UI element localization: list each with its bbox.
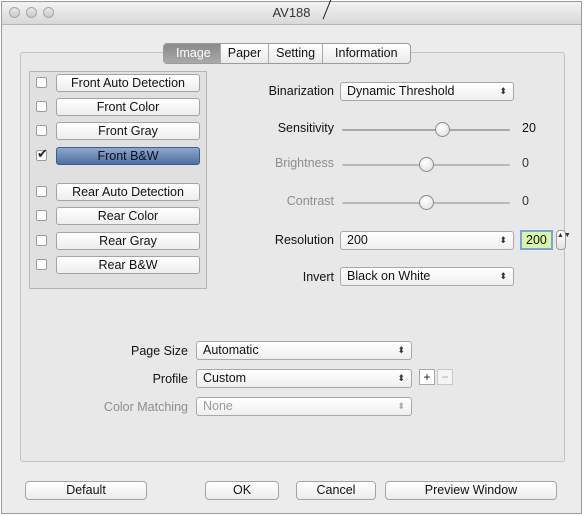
checkmark-icon: ✔ xyxy=(37,146,48,161)
popup-arrows-icon: ⬍ xyxy=(499,235,507,245)
page-size-label: Page Size xyxy=(131,344,188,358)
popup-arrows-icon: ⬍ xyxy=(397,373,405,383)
rear-color-checkbox[interactable] xyxy=(36,210,47,221)
front-gray-checkbox[interactable] xyxy=(36,125,47,136)
add-profile-button[interactable]: + xyxy=(419,369,435,385)
brightness-value: 0 xyxy=(522,156,529,170)
rear-color-button[interactable]: Rear Color xyxy=(56,207,200,225)
color-matching-value: None xyxy=(203,399,233,413)
front-bw-checkbox[interactable]: ✔ xyxy=(36,146,48,161)
rear-auto-checkbox[interactable] xyxy=(36,186,47,197)
contrast-slider-knob xyxy=(418,195,434,210)
color-matching-select: None ⬍ xyxy=(196,397,412,416)
popup-arrows-icon: ⬍ xyxy=(499,86,507,96)
binarization-value: Dynamic Threshold xyxy=(347,84,455,98)
rear-gray-button[interactable]: Rear Gray xyxy=(56,232,200,250)
mode-row-front-auto: Front Auto Detection xyxy=(36,74,200,92)
color-matching-label: Color Matching xyxy=(103,400,188,414)
invert-value: Black on White xyxy=(347,269,431,283)
resolution-select[interactable]: 200 ⬍ xyxy=(340,231,514,250)
mode-row-rear-auto: Rear Auto Detection xyxy=(36,183,200,201)
popup-arrows-icon: ⬍ xyxy=(397,345,405,355)
front-bw-button[interactable]: Front B&W xyxy=(56,147,200,165)
ok-button[interactable]: OK xyxy=(205,481,279,500)
resolution-select-value: 200 xyxy=(347,233,368,247)
profile-value: Custom xyxy=(203,371,247,385)
mode-row-rear-bw: Rear B&W xyxy=(36,256,200,274)
tab-setting[interactable]: Setting xyxy=(269,44,324,63)
resolution-input[interactable]: 200 xyxy=(520,230,553,250)
profile-select[interactable]: Custom ⬍ xyxy=(196,369,412,388)
front-auto-checkbox[interactable] xyxy=(36,77,47,88)
window-title: AV188 xyxy=(272,5,311,20)
remove-profile-button[interactable]: − xyxy=(437,369,453,385)
brightness-label: Brightness xyxy=(274,156,334,170)
popup-arrows-icon: ⬍ xyxy=(397,401,405,411)
image-mode-list: Front Auto Detection Front Color Front G… xyxy=(29,71,207,289)
tab-paper[interactable]: Paper xyxy=(221,44,270,63)
sensitivity-value: 20 xyxy=(522,121,536,135)
default-button[interactable]: Default xyxy=(25,481,147,500)
contrast-label: Contrast xyxy=(286,194,334,208)
cancel-button[interactable]: Cancel xyxy=(296,481,376,500)
tab-bar: Image Paper Setting Information xyxy=(163,43,411,64)
brightness-slider-knob xyxy=(418,157,434,172)
rear-bw-button[interactable]: Rear B&W xyxy=(56,256,200,274)
front-color-checkbox[interactable] xyxy=(36,101,47,112)
contrast-value: 0 xyxy=(522,194,529,208)
binarization-select[interactable]: Dynamic Threshold ⬍ xyxy=(340,82,514,101)
sensitivity-slider-track[interactable] xyxy=(342,129,510,131)
title-bar: AV188 xyxy=(2,0,581,25)
binarization-label: Binarization xyxy=(268,84,334,98)
front-auto-detection-button[interactable]: Front Auto Detection xyxy=(56,74,200,92)
invert-label: Invert xyxy=(302,270,334,284)
profile-label: Profile xyxy=(152,372,188,386)
preview-window-button[interactable]: Preview Window xyxy=(385,481,557,500)
mode-row-front-gray: Front Gray xyxy=(36,122,200,140)
popup-arrows-icon: ⬍ xyxy=(499,271,507,281)
rear-auto-detection-button[interactable]: Rear Auto Detection xyxy=(56,183,200,201)
resolution-label: Resolution xyxy=(274,233,334,247)
page-size-value: Automatic xyxy=(203,343,259,357)
page-size-select[interactable]: Automatic ⬍ xyxy=(196,341,412,360)
mode-row-rear-gray: Rear Gray xyxy=(36,232,200,250)
mode-row-rear-color: Rear Color xyxy=(36,207,200,225)
front-color-button[interactable]: Front Color xyxy=(56,98,200,116)
sensitivity-label: Sensitivity xyxy=(277,121,334,135)
invert-select[interactable]: Black on White ⬍ xyxy=(340,267,514,286)
rear-bw-checkbox[interactable] xyxy=(36,259,47,270)
mode-row-front-color: Front Color xyxy=(36,98,200,116)
resolution-stepper[interactable]: ▲▼ xyxy=(556,230,571,250)
tab-image[interactable]: Image xyxy=(164,44,221,63)
tab-information[interactable]: Information xyxy=(323,44,410,63)
rear-gray-checkbox[interactable] xyxy=(36,235,47,246)
front-gray-button[interactable]: Front Gray xyxy=(56,122,200,140)
mode-row-front-bw: ✔ Front B&W xyxy=(36,146,200,165)
